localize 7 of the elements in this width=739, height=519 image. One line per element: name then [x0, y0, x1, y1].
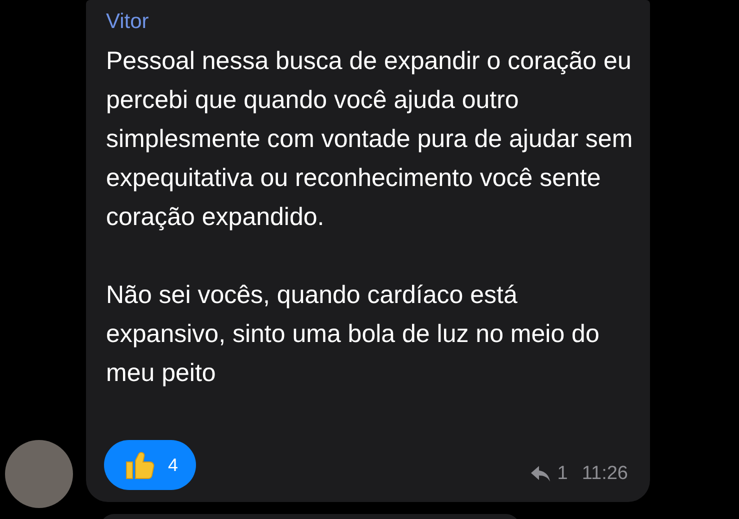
- reply-count: 1: [557, 462, 568, 486]
- message-text: Não sei vocês, quando cardíaco está expansivo, sinto uma bola de luz no meio do meu peito: [106, 280, 600, 389]
- message-time: 11:26: [582, 462, 628, 486]
- sender-name: Vitor: [106, 9, 149, 35]
- reply-arrow-icon: [531, 466, 552, 482]
- reaction-pill[interactable]: 4: [104, 440, 196, 490]
- message-text: Pessoal nessa busca de expandir o coração eu percebi que quando você ajuda outro simplesmente com vontade pura de ajudar sem expequitativa ou reconhecimento você sente coração expandido.: [106, 46, 634, 233]
